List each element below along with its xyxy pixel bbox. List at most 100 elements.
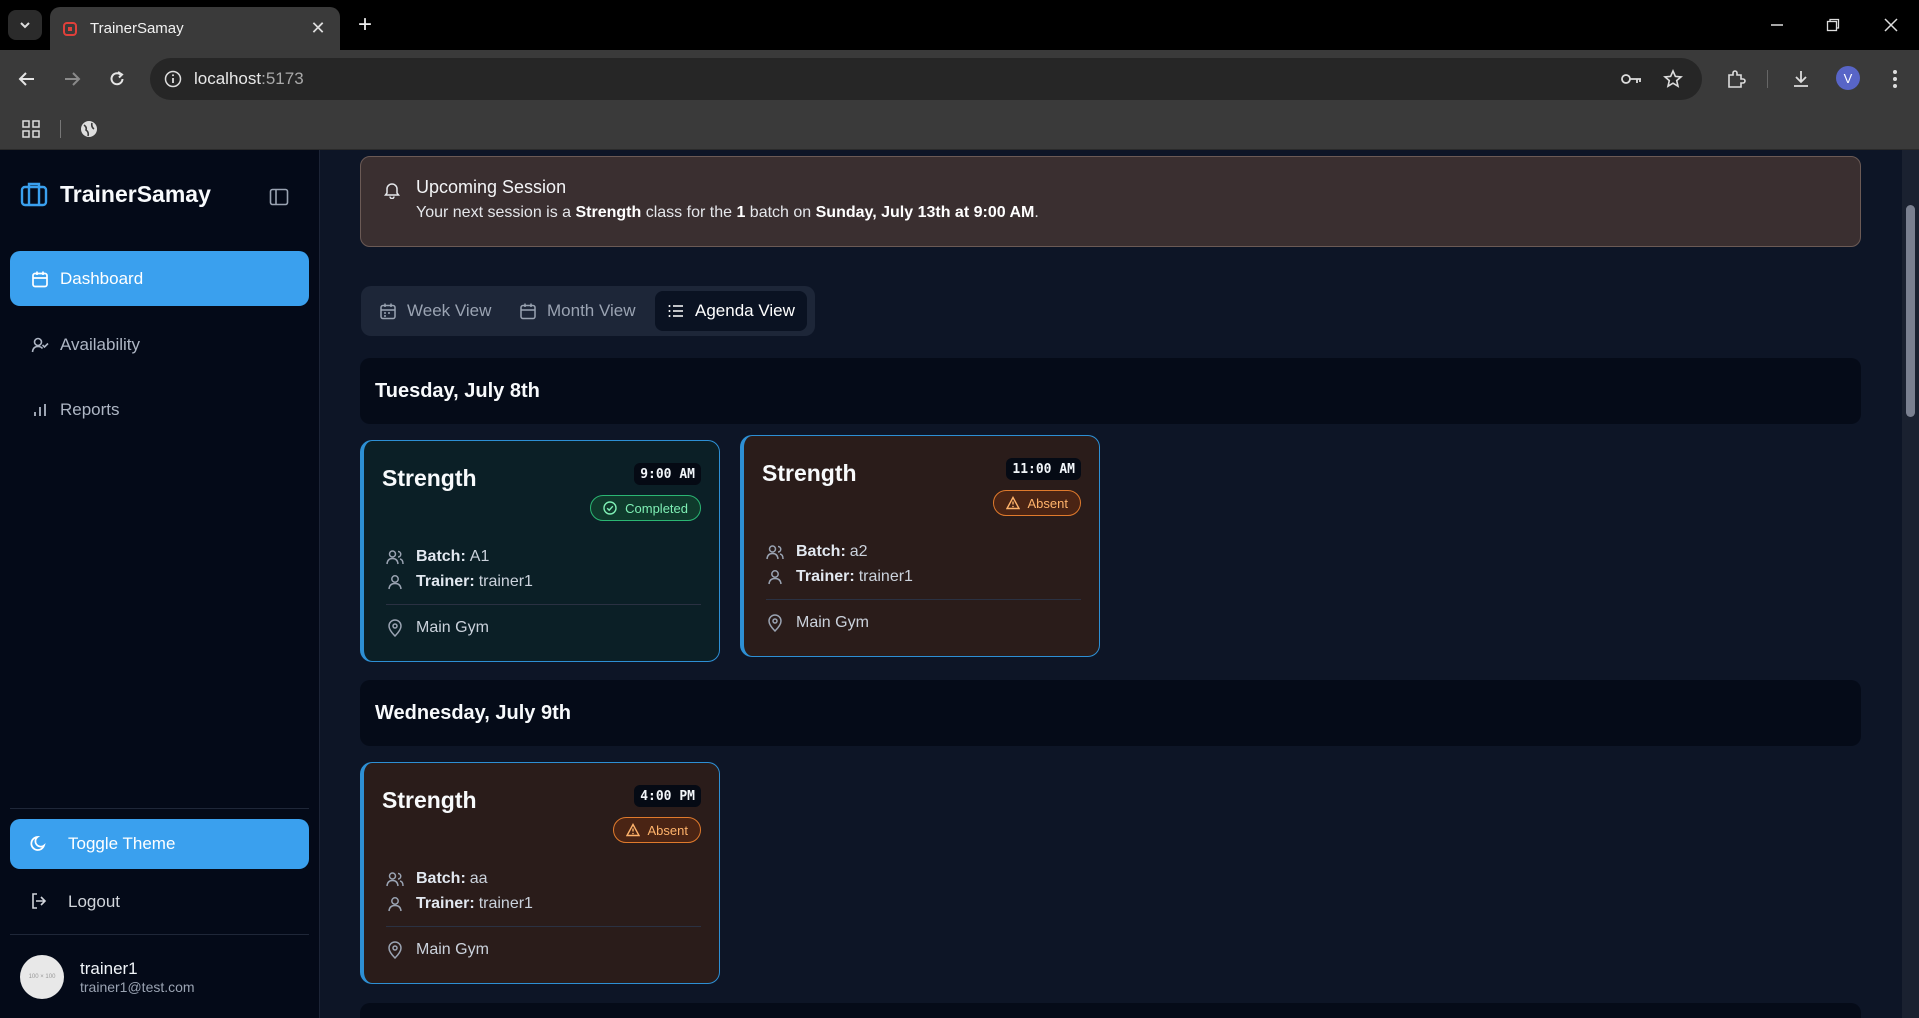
url-text: localhost:5173 — [194, 69, 304, 88]
favicon-icon — [63, 21, 77, 36]
browser-toolbar: localhost:5173 — [0, 50, 1919, 108]
calendar-icon — [30, 269, 50, 289]
day-header: Tuesday, July 8th — [360, 358, 1861, 424]
trainer-row: Trainer: trainer1 — [766, 568, 913, 586]
sidebar-item-dashboard[interactable]: Dashboard — [10, 251, 309, 306]
minimize-icon[interactable] — [1764, 12, 1790, 38]
tab-label: Week View — [407, 301, 492, 320]
brand[interactable]: TrainerSamay — [20, 180, 211, 208]
user-icon — [386, 573, 404, 591]
logout-label: Logout — [68, 892, 120, 911]
app-root: TrainerSamay Dashboard Availability Repo… — [0, 150, 1919, 1018]
banner-text: Your next session is a Strength class fo… — [416, 204, 1039, 221]
bar-chart-icon — [30, 400, 50, 420]
day-header: Wednesday, July 9th — [360, 680, 1861, 746]
warning-triangle-icon — [625, 823, 640, 837]
sidebar-item-label: Dashboard — [60, 268, 144, 288]
location-row: Main Gym — [386, 619, 489, 637]
address-bar[interactable]: localhost:5173 — [150, 58, 1702, 100]
apps-grid-icon[interactable] — [22, 120, 40, 138]
bell-icon — [384, 183, 400, 199]
location-row: Main Gym — [766, 614, 869, 632]
avatar: 100 × 100 — [20, 955, 64, 999]
session-time: 11:00 AM — [1006, 458, 1081, 480]
check-circle-icon — [603, 501, 617, 515]
upcoming-session-banner: Upcoming Session Your next session is a … — [360, 156, 1861, 247]
tab-agenda-view[interactable]: Agenda View — [655, 291, 807, 331]
map-pin-icon — [766, 614, 784, 632]
user-profile[interactable]: 100 × 100 trainer1 trainer1@test.com — [20, 955, 195, 999]
scrollbar-thumb[interactable] — [1906, 205, 1915, 417]
tab-search-button[interactable] — [8, 10, 42, 40]
logout-icon — [30, 892, 50, 912]
forward-icon[interactable] — [57, 64, 87, 94]
close-tab-icon[interactable]: ✕ — [308, 18, 328, 39]
site-info-icon[interactable] — [164, 70, 182, 88]
trainer-row: Trainer: trainer1 — [386, 573, 533, 591]
view-switcher: Week View Month View Agenda View — [361, 286, 815, 336]
calendar-icon — [519, 302, 537, 320]
session-card[interactable]: Strength 11:00 AM Absent Batch: a2 Traine… — [740, 435, 1100, 657]
extensions-icon[interactable] — [1721, 64, 1751, 94]
tab-label: Month View — [547, 301, 636, 320]
status-badge: Absent — [612, 817, 701, 843]
more-menu-icon[interactable] — [1880, 64, 1910, 94]
user-name: trainer1 — [80, 959, 138, 978]
calendar-icon — [379, 302, 397, 320]
batch-row: Batch: aa — [386, 870, 488, 888]
tab-month-view[interactable]: Month View — [507, 291, 648, 331]
card-divider — [766, 599, 1081, 600]
map-pin-icon — [386, 941, 404, 959]
session-title: Strength — [762, 460, 857, 486]
location-row: Main Gym — [386, 941, 489, 959]
back-icon[interactable] — [12, 64, 42, 94]
moon-icon — [30, 834, 50, 854]
new-tab-button[interactable]: + — [352, 11, 378, 38]
batch-row: Batch: A1 — [386, 548, 489, 566]
sidebar-divider — [10, 808, 309, 809]
sidebar-item-label: Reports — [60, 399, 120, 419]
card-divider — [386, 604, 701, 605]
session-card[interactable]: Strength 9:00 AM Completed Batch: A1 Trai… — [360, 440, 720, 662]
browser-tab[interactable]: TrainerSamay ✕ — [50, 7, 340, 50]
map-pin-icon — [386, 619, 404, 637]
page-scrollbar[interactable] — [1902, 150, 1919, 1018]
reload-icon[interactable] — [102, 64, 132, 94]
download-icon[interactable] — [1786, 64, 1816, 94]
close-window-icon[interactable] — [1878, 12, 1904, 38]
logout-button[interactable]: Logout — [10, 880, 309, 924]
toggle-theme-button[interactable]: Toggle Theme — [10, 819, 309, 869]
sidebar: TrainerSamay Dashboard Availability Repo… — [0, 150, 320, 1018]
briefcase-logo-icon — [20, 182, 48, 207]
banner-title: Upcoming Session — [416, 177, 567, 197]
bookmarks-divider — [60, 120, 61, 138]
main-content: Upcoming Session Your next session is a … — [320, 150, 1900, 1018]
brand-name: TrainerSamay — [60, 180, 211, 207]
profile-avatar[interactable]: V — [1836, 66, 1860, 90]
session-card[interactable]: Strength 4:00 PM Absent Batch: aa Trainer… — [360, 762, 720, 984]
session-title: Strength — [382, 787, 477, 813]
restore-icon[interactable] — [1820, 12, 1846, 38]
bookmark-star-icon[interactable] — [1658, 64, 1688, 94]
password-key-icon[interactable] — [1617, 64, 1647, 94]
trainer-row: Trainer: trainer1 — [386, 895, 533, 913]
session-time: 9:00 AM — [634, 463, 701, 485]
user-email: trainer1@test.com — [80, 979, 195, 995]
sidebar-toggle-icon[interactable] — [268, 186, 290, 208]
sidebar-divider — [10, 934, 309, 935]
warning-triangle-icon — [1005, 496, 1020, 510]
card-divider — [386, 926, 701, 927]
tab-title: TrainerSamay — [90, 20, 184, 37]
globe-icon[interactable] — [80, 120, 98, 138]
sidebar-item-reports[interactable]: Reports — [10, 382, 309, 437]
users-icon — [766, 543, 784, 561]
chevron-down-icon — [20, 22, 30, 29]
bookmarks-bar — [0, 108, 1919, 150]
sidebar-item-label: Availability — [60, 334, 141, 354]
batch-row: Batch: a2 — [766, 543, 868, 561]
list-icon — [667, 302, 685, 320]
day-header-partial — [360, 1003, 1861, 1018]
tab-week-view[interactable]: Week View — [367, 291, 503, 331]
sidebar-item-availability[interactable]: Availability — [10, 317, 309, 372]
user-check-icon — [30, 335, 50, 355]
